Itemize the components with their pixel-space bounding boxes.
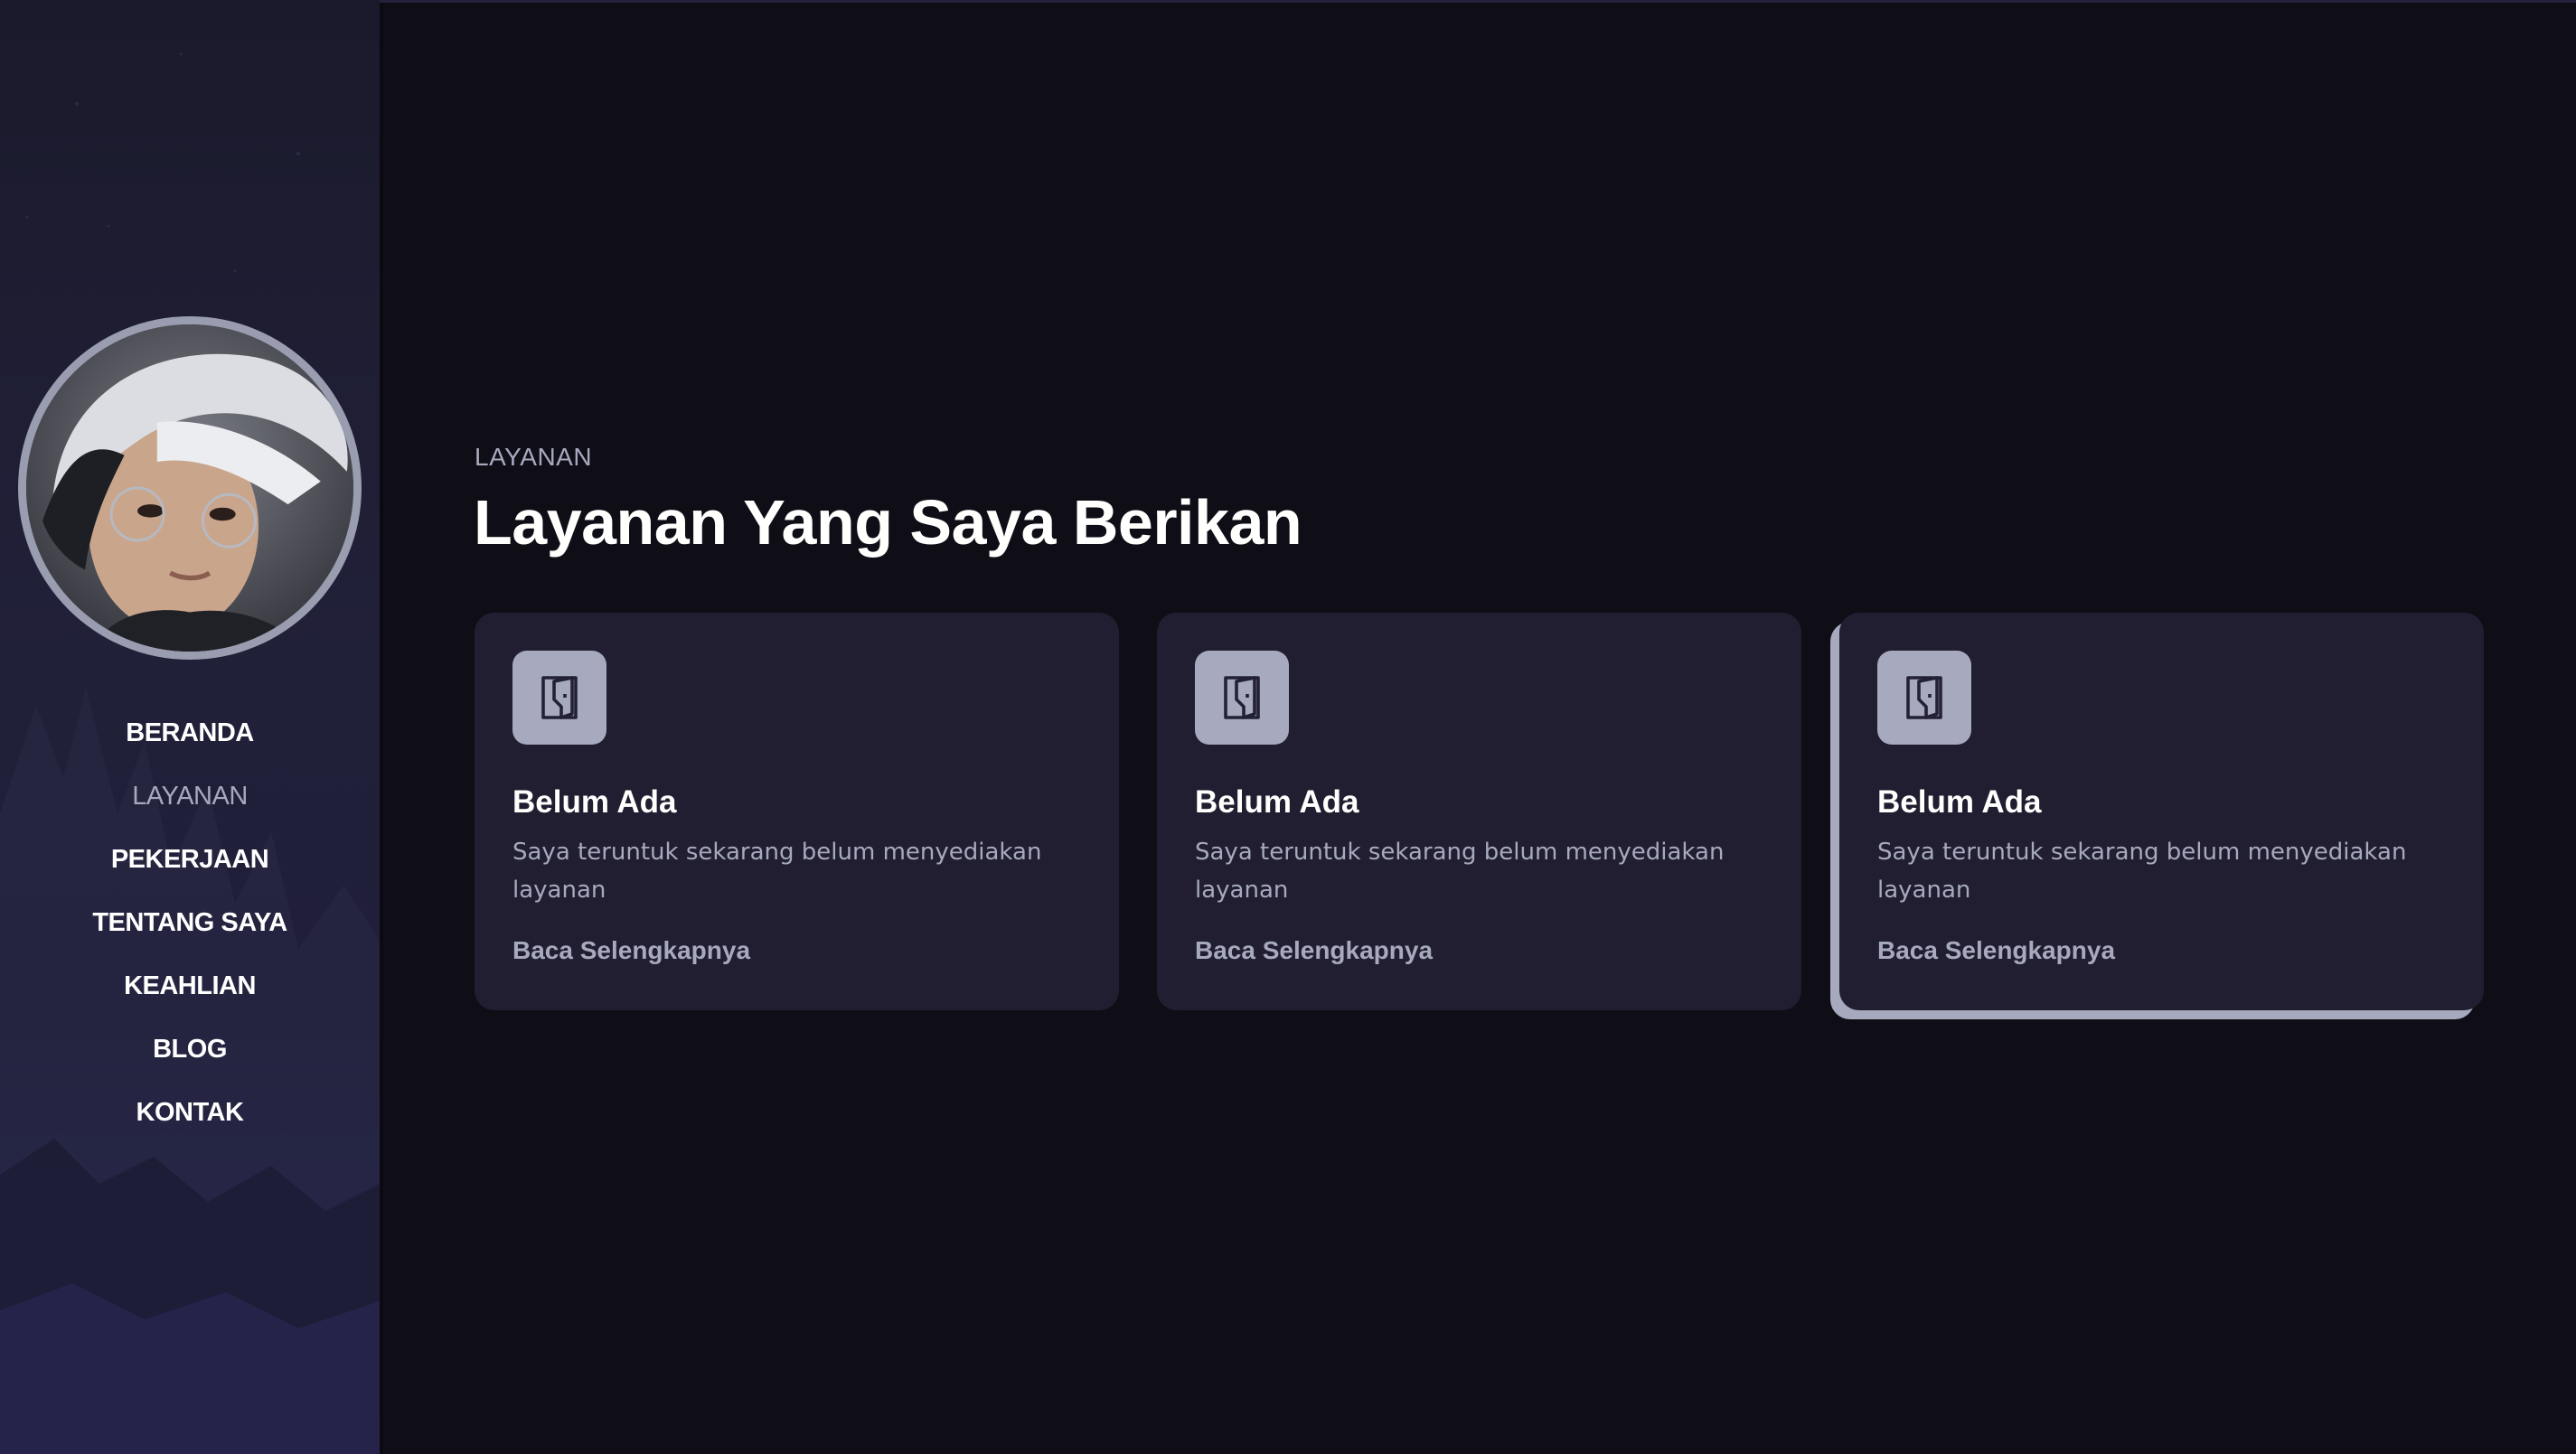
service-card-hovered[interactable]: Belum Ada Saya teruntuk sekarang belum m… (1839, 613, 2484, 1010)
avatar (18, 316, 362, 660)
sidebar: BERANDA LAYANAN PEKERJAAN TENTANG SAYA K… (0, 0, 380, 1454)
read-more-link[interactable]: Baca Selengkapnya (1195, 936, 1433, 965)
door-icon (1877, 651, 1971, 745)
nav-item-kontak[interactable]: KONTAK (0, 1091, 380, 1154)
card-title: Belum Ada (1877, 784, 2042, 820)
door-icon (1195, 651, 1289, 745)
service-card[interactable]: Belum Ada Saya teruntuk sekarang belum m… (1157, 613, 1801, 1010)
nav-item-layanan[interactable]: LAYANAN (0, 774, 380, 838)
nav-item-pekerjaan[interactable]: PEKERJAAN (0, 838, 380, 901)
section-eyebrow: LAYANAN (475, 443, 593, 471)
nav-item-blog[interactable]: BLOG (0, 1027, 380, 1091)
card-description: Saya teruntuk sekarang belum menyediakan… (512, 839, 1042, 904)
read-more-link[interactable]: Baca Selengkapnya (1877, 936, 2115, 965)
nav-item-tentang-saya[interactable]: TENTANG SAYA (0, 901, 380, 964)
page: BERANDA LAYANAN PEKERJAAN TENTANG SAYA K… (0, 0, 2576, 1454)
card-description: Saya teruntuk sekarang belum menyediakan… (1877, 839, 2407, 904)
section-title: Layanan Yang Saya Berikan (474, 487, 1302, 558)
card-title: Belum Ada (1195, 784, 1359, 820)
nav-item-keahlian[interactable]: KEAHLIAN (0, 964, 380, 1027)
sidebar-nav: BERANDA LAYANAN PEKERJAAN TENTANG SAYA K… (0, 711, 380, 1154)
services-section: LAYANAN Layanan Yang Saya Berikan Belum … (380, 0, 2576, 1454)
door-icon (512, 651, 606, 745)
service-card[interactable]: Belum Ada Saya teruntuk sekarang belum m… (475, 613, 1119, 1010)
read-more-link[interactable]: Baca Selengkapnya (512, 936, 750, 965)
profile-photo (26, 324, 353, 652)
card-description: Saya teruntuk sekarang belum menyediakan… (1195, 839, 1725, 904)
card-title: Belum Ada (512, 784, 677, 820)
nav-item-beranda[interactable]: BERANDA (0, 711, 380, 774)
